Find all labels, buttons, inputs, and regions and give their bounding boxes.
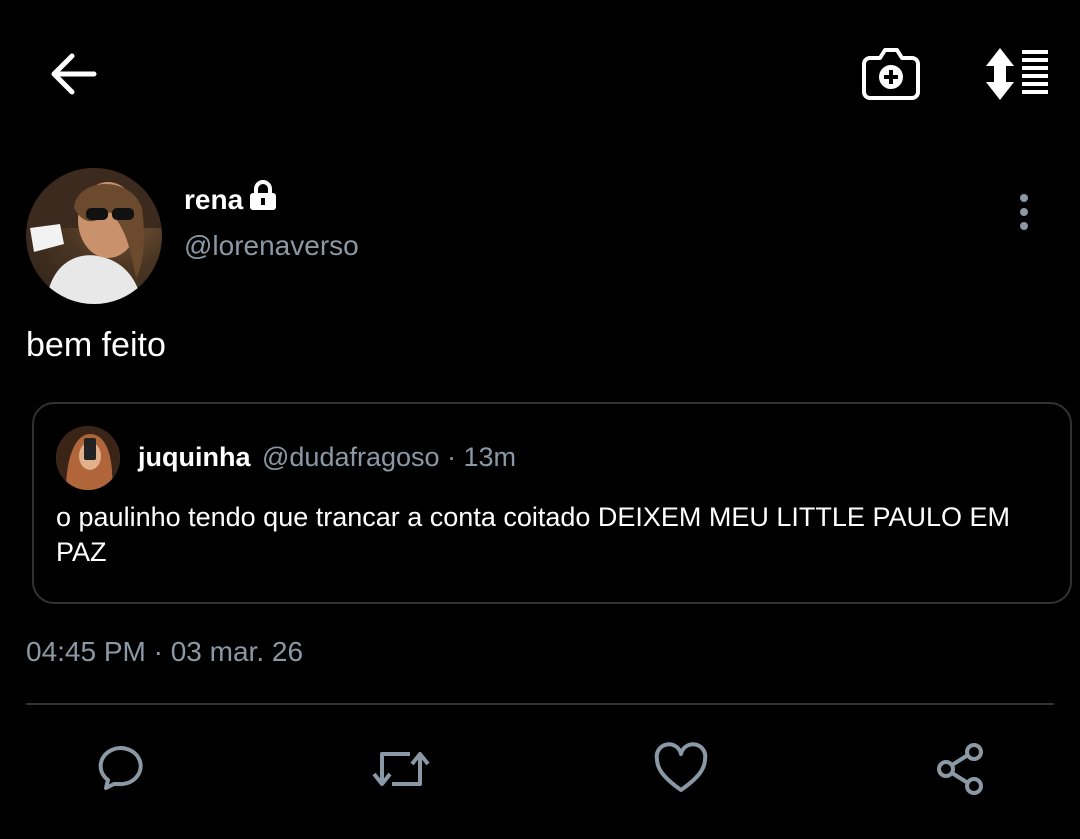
reply-icon[interactable] (92, 742, 146, 796)
tweet-timestamp: 04:45 PM · 03 mar. 26 (26, 636, 304, 667)
quoted-tweet-text: o paulinho tendo que trancar a conta coi… (56, 502, 1010, 567)
retweet-icon[interactable] (370, 742, 430, 796)
quoted-author-avatar[interactable] (56, 426, 120, 490)
heart-icon[interactable] (654, 742, 708, 796)
tweet-text: bem feito (26, 326, 166, 364)
more-options-icon[interactable] (1006, 192, 1042, 232)
author-display-name[interactable]: rena (184, 184, 243, 216)
quoted-tweet-card[interactable]: juquinha @dudafragoso · 13m o paulinho t… (32, 402, 1072, 604)
share-icon[interactable] (934, 742, 988, 796)
divider (26, 703, 1054, 705)
quoted-author-name: juquinha (138, 442, 251, 472)
back-arrow-icon[interactable] (48, 52, 98, 96)
sort-list-icon[interactable] (982, 46, 1052, 102)
author-handle[interactable]: @lorenaverso (184, 230, 359, 262)
author-avatar[interactable] (26, 168, 162, 304)
quoted-tweet-meta: @dudafragoso · 13m (262, 442, 517, 472)
lock-icon (246, 180, 280, 212)
camera-plus-icon[interactable] (860, 44, 922, 102)
